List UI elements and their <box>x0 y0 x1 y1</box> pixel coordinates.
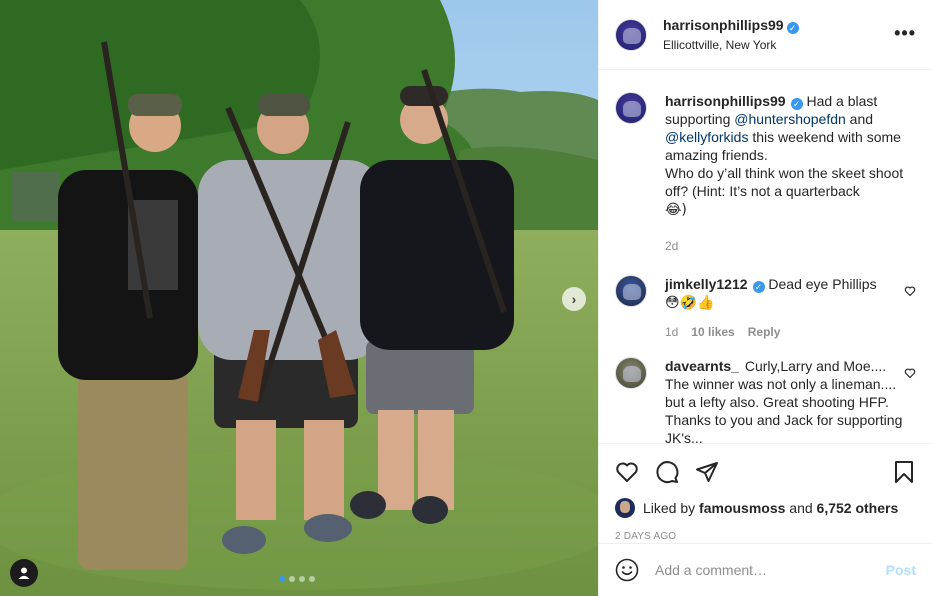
carousel-dot <box>299 576 305 582</box>
caption-emoji: 😂) <box>665 202 687 218</box>
reply-button[interactable]: Reply <box>748 323 781 341</box>
comment-text: Dead eye Phillips <box>768 276 877 292</box>
carousel-indicator <box>279 576 315 582</box>
comment-icon[interactable] <box>655 452 695 492</box>
post-photo[interactable]: › <box>0 0 598 596</box>
commenter-username[interactable]: jimkelly1212 <box>665 276 748 292</box>
caption-username[interactable]: harrisonphillips99 <box>665 93 786 109</box>
comment-body: jimkelly1212 ✓ Dead eye Phillips 😳🤣👍 1d 1… <box>665 275 905 341</box>
carousel-dot <box>289 576 295 582</box>
comment-emoji: 😳🤣👍 <box>665 295 715 311</box>
mention-link[interactable]: @huntershopefdn <box>734 111 846 127</box>
verified-badge-icon: ✓ <box>752 281 765 293</box>
carousel-dot-active <box>279 576 285 582</box>
add-comment-bar: Post <box>599 543 932 596</box>
smiley-icon[interactable] <box>615 558 639 582</box>
more-options-icon[interactable]: ••• <box>894 24 916 42</box>
author-username[interactable]: harrisonphillips99 <box>663 17 784 33</box>
caption-text: and <box>845 111 874 127</box>
carousel-dot <box>309 576 315 582</box>
post-header: harrisonphillips99 ✓ Ellicottville, New Y… <box>599 0 932 70</box>
chevron-right-icon: › <box>571 291 577 307</box>
tagged-users-button[interactable] <box>10 559 38 587</box>
author-avatar[interactable] <box>615 18 647 51</box>
likes-count-link[interactable]: 6,752 others <box>817 500 899 516</box>
post-date[interactable]: 2 DAYS AGO <box>615 531 916 542</box>
verified-badge-icon: ✓ <box>790 98 803 110</box>
caption-body: harrisonphillips99 ✓ Had a blast supporti… <box>665 92 905 255</box>
comments-list[interactable]: harrisonphillips99 ✓ Had a blast supporti… <box>599 70 932 443</box>
caption: harrisonphillips99 ✓ Had a blast supporti… <box>615 92 916 255</box>
comment-age[interactable]: 1d <box>665 323 678 341</box>
next-slide-button[interactable]: › <box>562 287 586 311</box>
share-icon[interactable] <box>695 452 735 492</box>
liked-by-mid: and <box>789 500 813 516</box>
liked-by-user-link[interactable]: famousmoss <box>699 500 785 516</box>
bookmark-icon[interactable] <box>892 452 916 492</box>
instagram-post-modal: › harrisonphillips99 ✓ Ellicottville, New… <box>0 0 932 596</box>
comment-like-heart-icon[interactable] <box>904 367 916 379</box>
action-icons <box>615 448 916 496</box>
comment-input[interactable] <box>655 562 886 578</box>
comment-item: jimkelly1212 ✓ Dead eye Phillips 😳🤣👍 1d 1… <box>615 275 916 341</box>
caption-age[interactable]: 2d <box>665 237 678 255</box>
caption-text: Who do y’all think won the skeet shoot o… <box>665 165 904 199</box>
post-location[interactable]: Ellicottville, New York <box>663 38 799 52</box>
commenter-avatar[interactable] <box>615 275 647 307</box>
comment-body: davearnts_ Curly,Larry and Moe.... The w… <box>665 357 905 443</box>
mention-link[interactable]: @kellyforkids <box>665 129 748 145</box>
post-side-panel: harrisonphillips99 ✓ Ellicottville, New Y… <box>598 0 932 596</box>
liker-avatar[interactable] <box>615 498 635 518</box>
comment-likes-link[interactable]: 10 likes <box>691 323 734 341</box>
liked-by-row: Liked by famousmoss and 6,752 others <box>615 498 916 518</box>
user-tag-icon <box>18 567 30 579</box>
liked-by-prefix: Liked by <box>643 500 696 516</box>
comment-item: davearnts_ Curly,Larry and Moe.... The w… <box>615 357 916 443</box>
comment-like-heart-icon[interactable] <box>904 285 916 297</box>
caption-meta: 2d <box>665 237 905 255</box>
commenter-avatar[interactable] <box>615 357 647 389</box>
commenter-username[interactable]: davearnts_ <box>665 358 739 374</box>
post-comment-button[interactable]: Post <box>886 562 916 578</box>
caption-author-avatar[interactable] <box>615 92 647 124</box>
heart-icon[interactable] <box>615 452 655 492</box>
author-info: harrisonphillips99 ✓ Ellicottville, New Y… <box>663 17 799 52</box>
comment-meta: 1d 10 likes Reply <box>665 323 905 341</box>
verified-badge-icon: ✓ <box>786 22 799 34</box>
photo-scene <box>0 0 598 596</box>
